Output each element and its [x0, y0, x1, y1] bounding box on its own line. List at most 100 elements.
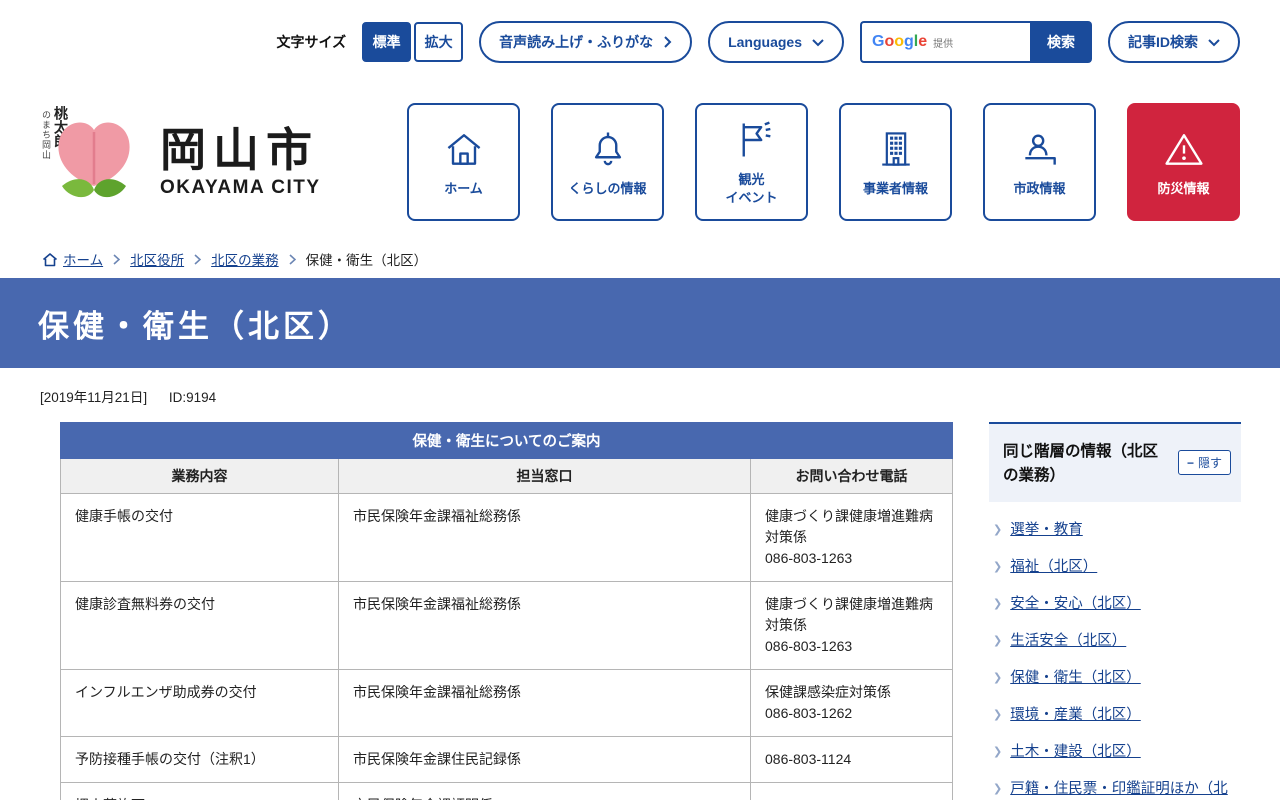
column-header-desk: 担当窓口 — [339, 459, 751, 494]
contact-dept: 保健課感染症対策係 — [765, 682, 938, 703]
chevron-right-icon: ❯ — [993, 523, 1002, 539]
breadcrumb-link-kitaku-services[interactable]: 北区の業務 — [211, 249, 279, 269]
sidebar-hide-label: 隠す — [1198, 454, 1222, 471]
sidebar-link-environment-industry[interactable]: 環境・産業（北区） — [1010, 705, 1141, 726]
list-item: ❯ 土木・建設（北区） — [991, 734, 1239, 771]
table-row: 健康診査無料券の交付 市民保険年金課福祉総務係 健康づくり課健康増進難病対策係 … — [61, 582, 953, 670]
nav-city-government-label: 市政情報 — [1013, 180, 1065, 198]
service-cell: 健康診査無料券の交付 — [61, 582, 339, 670]
font-size-standard-button[interactable]: 標準 — [362, 22, 411, 62]
desk-cell: 市民保険年金課福祉総務係 — [339, 582, 751, 670]
column-header-service: 業務内容 — [61, 459, 339, 494]
phone-cell: 健康づくり課健康増進難病対策係 086-803-1263 — [751, 494, 953, 582]
peach-icon — [48, 114, 140, 212]
list-item: ❯ 生活安全（北区） — [991, 623, 1239, 660]
breadcrumb-home-label: ホーム — [63, 249, 103, 269]
phone-cell: 健康づくり課健康増進難病対策係 086-803-1263 — [751, 582, 953, 670]
chevron-right-icon: ❯ — [993, 745, 1002, 761]
table-row: 予防接種手帳の交付（注釈1） 市民保険年金課住民記録係 086-803-1124 — [61, 737, 953, 783]
chevron-down-icon — [812, 38, 824, 47]
languages-button[interactable]: Languages — [708, 21, 844, 63]
table-row: 埋火葬許可 市民保険年金課証明係 086-803-1120 — [61, 783, 953, 800]
column-header-phone: お問い合わせ電話 — [751, 459, 953, 494]
phone-cell: 086-803-1124 — [751, 737, 953, 783]
nav-disaster-info-button[interactable]: 防災情報 — [1127, 103, 1240, 221]
table-row: インフルエンザ助成券の交付 市民保険年金課福祉総務係 保健課感染症対策係 086… — [61, 670, 953, 737]
nav-living-info-button[interactable]: くらしの情報 — [551, 103, 664, 221]
nav-business-info-label: 事業者情報 — [863, 180, 928, 198]
nav-city-government-button[interactable]: 市政情報 — [983, 103, 1096, 221]
list-item: ❯ 戸籍・住民票・印鑑証明ほか（北区） — [991, 771, 1239, 800]
google-provided-label: 提供 — [933, 35, 953, 50]
font-size-enlarge-button[interactable]: 拡大 — [414, 22, 463, 62]
chevron-right-icon: ❯ — [993, 671, 1002, 687]
nav-living-info-label: くらしの情報 — [568, 180, 646, 198]
voice-reading-button[interactable]: 音声読み上げ・ふりがな — [479, 21, 692, 63]
service-cell: 埋火葬許可 — [61, 783, 339, 800]
list-item: ❯ 安全・安心（北区） — [991, 586, 1239, 623]
chevron-right-icon — [113, 254, 120, 265]
service-cell: 予防接種手帳の交付（注釈1） — [61, 737, 339, 783]
chevron-down-icon — [1208, 38, 1220, 47]
chevron-right-icon: ❯ — [993, 560, 1002, 576]
sidebar-link-list: ❯ 選挙・教育 ❯ 福祉（北区） ❯ 安全・安心（北区） ❯ 生活安全（北区） … — [989, 502, 1241, 800]
phone-number: 086-803-1120 — [765, 795, 938, 800]
breadcrumb-link-kitaku-office[interactable]: 北区役所 — [130, 249, 184, 269]
chevron-right-icon — [194, 254, 201, 265]
sidebar-link-safety-security[interactable]: 安全・安心（北区） — [1010, 594, 1141, 615]
sidebar-link-welfare[interactable]: 福祉（北区） — [1010, 557, 1097, 578]
nav-home-button[interactable]: ホーム — [407, 103, 520, 221]
font-size-group: 標準 拡大 — [362, 22, 463, 62]
desk-cell: 市民保険年金課証明係 — [339, 783, 751, 800]
phone-number: 086-803-1124 — [765, 749, 938, 770]
list-item: ❯ 環境・産業（北区） — [991, 697, 1239, 734]
utility-bar: 文字サイズ 標準 拡大 音声読み上げ・ふりがな Languages Google… — [0, 0, 1280, 84]
sidebar-link-family-register[interactable]: 戸籍・住民票・印鑑証明ほか（北区） — [1010, 779, 1237, 800]
sidebar-title: 同じ階層の情報（北区の業務） — [1003, 440, 1161, 488]
sidebar-link-civil-construction[interactable]: 土木・建設（北区） — [1010, 742, 1141, 763]
breadcrumb: ホーム 北区役所 北区の業務 保健・衛生（北区） — [0, 240, 1280, 278]
site-search: Google 提供 検索 — [860, 21, 1092, 63]
sidebar-link-election-education[interactable]: 選挙・教育 — [1010, 520, 1083, 541]
publish-date: [2019年11月21日] — [40, 390, 147, 405]
nav-business-info-button[interactable]: 事業者情報 — [839, 103, 952, 221]
phone-cell: 保健課感染症対策係 086-803-1262 — [751, 670, 953, 737]
home-icon — [442, 127, 486, 171]
main-content: 保健・衛生についてのご案内 業務内容 担当窓口 お問い合わせ電話 健康手帳の交付… — [0, 406, 1280, 800]
page-title-banner: 保健・衛生（北区） — [0, 278, 1280, 368]
site-search-input[interactable] — [959, 35, 1020, 50]
reception-person-icon — [1018, 127, 1062, 171]
bell-icon — [586, 127, 630, 171]
same-level-sidebar: 同じ階層の情報（北区の業務） − 隠す ❯ 選挙・教育 ❯ 福祉（北区） ❯ 安… — [989, 422, 1241, 800]
list-item: ❯ 選挙・教育 — [991, 512, 1239, 549]
minus-icon: − — [1187, 456, 1194, 470]
table-row: 健康手帳の交付 市民保険年金課福祉総務係 健康づくり課健康増進難病対策係 086… — [61, 494, 953, 582]
contact-dept: 健康づくり課健康増進難病対策係 — [765, 506, 938, 548]
sidebar-link-health-sanitation[interactable]: 保健・衛生（北区） — [1010, 668, 1141, 689]
site-title: 岡山市 — [160, 125, 321, 176]
search-button[interactable]: 検索 — [1030, 21, 1092, 63]
phone-number: 086-803-1262 — [765, 703, 938, 724]
desk-cell: 市民保険年金課住民記録係 — [339, 737, 751, 783]
health-info-table: 保健・衛生についてのご案内 業務内容 担当窓口 お問い合わせ電話 健康手帳の交付… — [60, 422, 953, 800]
home-icon — [42, 252, 58, 267]
service-cell: インフルエンザ助成券の交付 — [61, 670, 339, 737]
article-id-search-button[interactable]: 記事ID検索 — [1108, 21, 1240, 63]
main-navigation: ホーム くらしの情報 観光イベント — [407, 103, 1240, 221]
sidebar-link-daily-safety[interactable]: 生活安全（北区） — [1010, 631, 1126, 652]
okayama-city-logo[interactable]: のまち岡山 桃太郎 — [40, 106, 144, 218]
article-id-search-label: 記事ID検索 — [1128, 32, 1198, 52]
nav-tourism-events-button[interactable]: 観光イベント — [695, 103, 808, 221]
chevron-right-icon: ❯ — [993, 634, 1002, 650]
chevron-right-icon: ❯ — [993, 597, 1002, 613]
nav-home-label: ホーム — [444, 180, 483, 198]
breadcrumb-home-link[interactable]: ホーム — [42, 249, 103, 269]
chevron-right-icon: ❯ — [993, 782, 1002, 798]
sidebar-hide-button[interactable]: − 隠す — [1178, 450, 1231, 475]
flag-icon — [730, 118, 774, 162]
page-title: 保健・衛生（北区） — [38, 301, 353, 346]
languages-label: Languages — [728, 34, 802, 50]
site-search-box[interactable]: Google 提供 — [860, 21, 1030, 63]
table-caption: 保健・衛生についてのご案内 — [61, 423, 953, 459]
contact-dept: 健康づくり課健康増進難病対策係 — [765, 594, 938, 636]
